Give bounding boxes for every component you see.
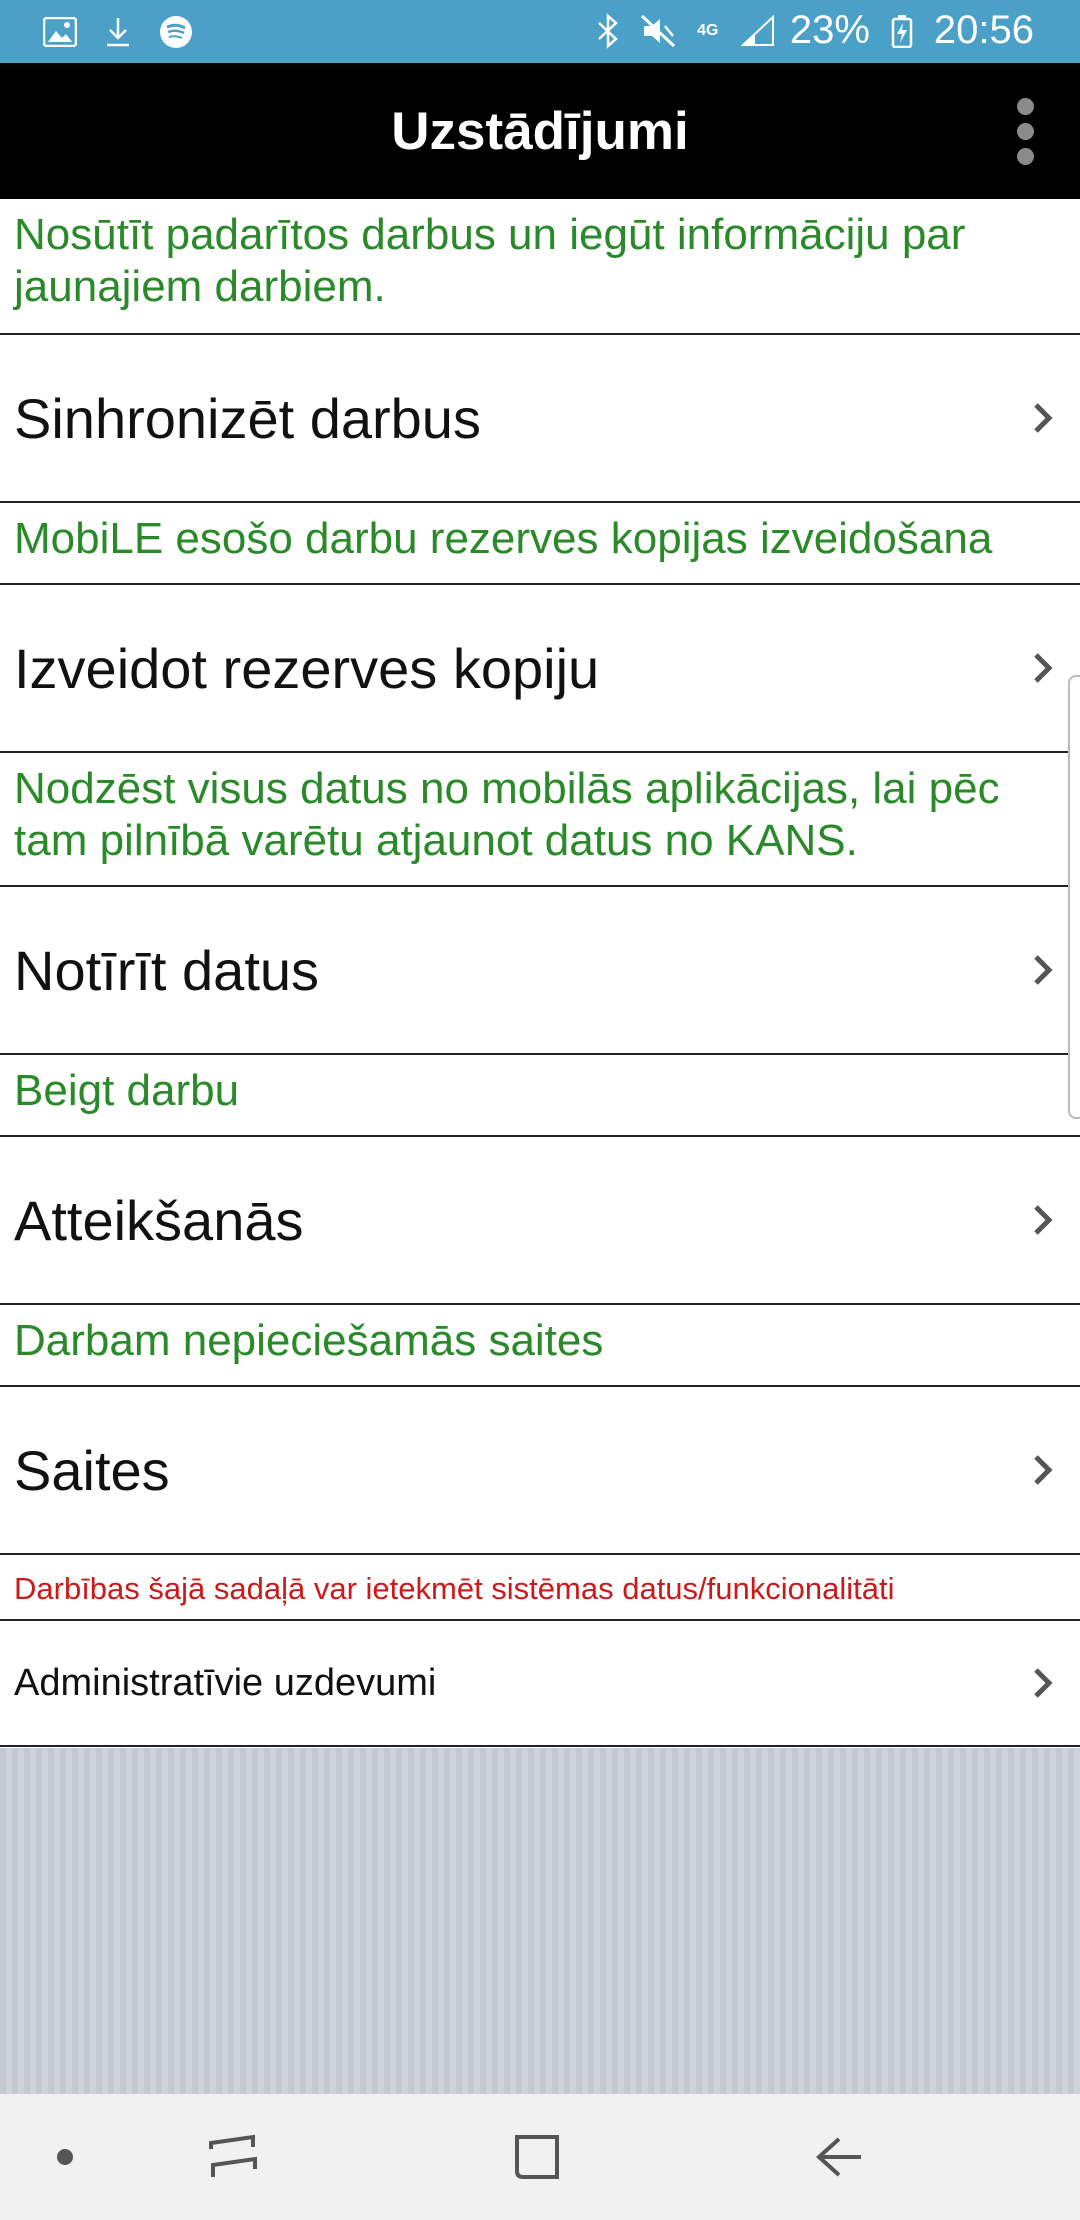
bluetooth-icon: [590, 12, 626, 49]
links-hint: Darbam nepieciešamās saites: [0, 1305, 1080, 1387]
status-bar-left: [42, 14, 194, 50]
mute-icon: [640, 13, 676, 49]
network-4g-icon: 4G: [697, 21, 719, 39]
create-backup-label: Izveidot rezerves kopiju: [14, 636, 600, 700]
sync-hint: Nosūtīt padarītos darbus un iegūt inform…: [0, 199, 1080, 335]
battery-icon: [884, 13, 920, 49]
admin-tasks-item[interactable]: Administratīvie uzdevumi: [0, 1621, 1080, 1747]
clear-data-item[interactable]: Notīrīt datus: [0, 887, 1080, 1055]
scroll-indicator[interactable]: [1068, 675, 1080, 1119]
chevron-right-icon: [1028, 1200, 1058, 1240]
create-backup-item[interactable]: Izveidot rezerves kopiju: [0, 585, 1080, 753]
chevron-right-icon: [1028, 648, 1058, 688]
clear-data-hint: Nodzēst visus datus no mobilās aplikācij…: [0, 753, 1080, 887]
sync-jobs-label: Sinhronizēt darbus: [14, 386, 481, 450]
links-item[interactable]: Saites: [0, 1387, 1080, 1555]
spotify-icon: [158, 14, 194, 50]
backup-hint: MobiLE esošo darbu rezerves kopijas izve…: [0, 503, 1080, 585]
image-icon: [42, 14, 78, 50]
empty-area: [0, 1748, 1080, 2094]
app-bar: Uzstādījumi: [0, 63, 1080, 199]
status-bar-right: 4G 23% 20:56: [590, 8, 1034, 53]
home-icon[interactable]: [502, 2124, 572, 2190]
admin-warning: Darbības šajā sadaļā var ietekmēt sistēm…: [0, 1555, 1080, 1621]
back-icon[interactable]: [804, 2124, 874, 2190]
chevron-right-icon: [1028, 398, 1058, 438]
status-bar: 4G 23% 20:56: [0, 0, 1080, 63]
battery-percent: 23%: [789, 8, 870, 52]
chevron-right-icon: [1028, 1450, 1058, 1490]
logout-hint: Beigt darbu: [0, 1055, 1080, 1137]
clock: 20:56: [933, 8, 1034, 52]
chevron-right-icon: [1028, 950, 1058, 990]
links-label: Saites: [14, 1438, 170, 1502]
settings-list: Nosūtīt padarītos darbus un iegūt inform…: [0, 199, 1080, 1747]
page-title: Uzstādījumi: [391, 101, 689, 161]
admin-tasks-label: Administratīvie uzdevumi: [14, 1661, 437, 1704]
recents-icon[interactable]: [198, 2124, 268, 2190]
overflow-menu-icon[interactable]: [992, 89, 1058, 173]
logout-item[interactable]: Atteikšanās: [0, 1137, 1080, 1305]
chevron-right-icon: [1028, 1663, 1058, 1703]
dot-icon[interactable]: [30, 2124, 100, 2190]
download-icon: [100, 14, 136, 50]
signal-icon: [740, 13, 776, 49]
navigation-bar: [0, 2094, 1080, 2220]
logout-label: Atteikšanās: [14, 1188, 304, 1252]
clear-data-label: Notīrīt datus: [14, 938, 320, 1002]
sync-jobs-item[interactable]: Sinhronizēt darbus: [0, 335, 1080, 503]
